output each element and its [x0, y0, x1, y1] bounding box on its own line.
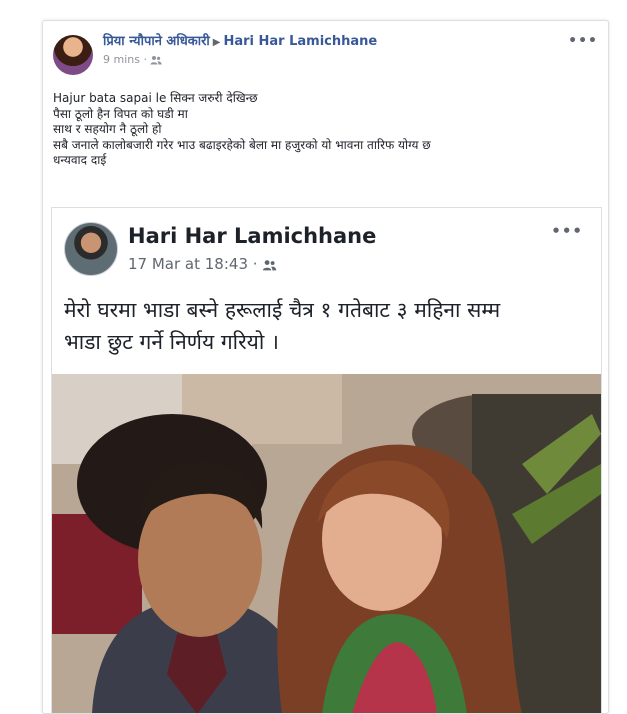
shared-post-text: मेरो घरमा भाडा बस्ने हरूलाई चैत्र १ गतेब…: [64, 294, 587, 358]
share-arrow-icon: ▶: [212, 37, 221, 48]
post-timestamp-link[interactable]: 9 mins ·: [103, 53, 147, 66]
post-text-line: धन्यवाद दाई: [53, 153, 107, 167]
shared-post-photo[interactable]: [52, 374, 601, 713]
post-header: प्रिया न्यौपाने अधिकारी ▶ Hari Har Lamichh…: [53, 33, 598, 77]
post-text: Hajur bata sapai le सिक्न जरुरी देखिन्छ …: [53, 91, 596, 169]
friends-audience-icon[interactable]: [262, 259, 277, 271]
shared-author-name-link[interactable]: Hari Har Lamichhane: [128, 224, 376, 248]
shared-post-text-line: मेरो घरमा भाडा बस्ने हरूलाई चैत्र १ गतेब…: [64, 298, 501, 322]
author-avatar[interactable]: [53, 35, 93, 75]
shared-post[interactable]: Hari Har Lamichhane 17 Mar at 18:43 · ••…: [51, 207, 602, 713]
feed-post-card: प्रिया न्यौपाने अधिकारी ▶ Hari Har Lamichh…: [42, 20, 609, 714]
post-text-line: सबै जनाले कालोबजारी गरेर भाउ बढाइरहेको ब…: [53, 137, 431, 152]
shared-post-timestamp-link[interactable]: 17 Mar at 18:43 ·: [128, 255, 258, 273]
post-header-names: प्रिया न्यौपाने अधिकारी ▶ Hari Har Lamichh…: [103, 33, 377, 52]
shared-post-meta: 17 Mar at 18:43 ·: [128, 255, 277, 273]
shared-author-avatar[interactable]: [64, 222, 118, 276]
post-text-line: साथ र सहयोग नै ठूलो हो: [53, 122, 162, 136]
friends-audience-icon[interactable]: [150, 55, 163, 65]
post-text-line: Hajur bata sapai le सिक्न जरुरी देखिन्छ: [53, 91, 258, 105]
author-name-link[interactable]: प्रिया न्यौपाने अधिकारी: [103, 34, 210, 49]
target-profile-link[interactable]: Hari Har Lamichhane: [223, 34, 377, 49]
post-meta: 9 mins ·: [103, 53, 163, 67]
post-text-line: पैसा ठूलो हैन विपत को घडी मा: [53, 106, 188, 121]
shared-post-text-line: भाडा छुट गर्ने निर्णय गरियो ।: [64, 330, 279, 354]
more-options-button[interactable]: •••: [568, 33, 598, 49]
selfie-photo-illustration: [52, 374, 601, 713]
shared-more-options-button[interactable]: •••: [551, 222, 583, 240]
